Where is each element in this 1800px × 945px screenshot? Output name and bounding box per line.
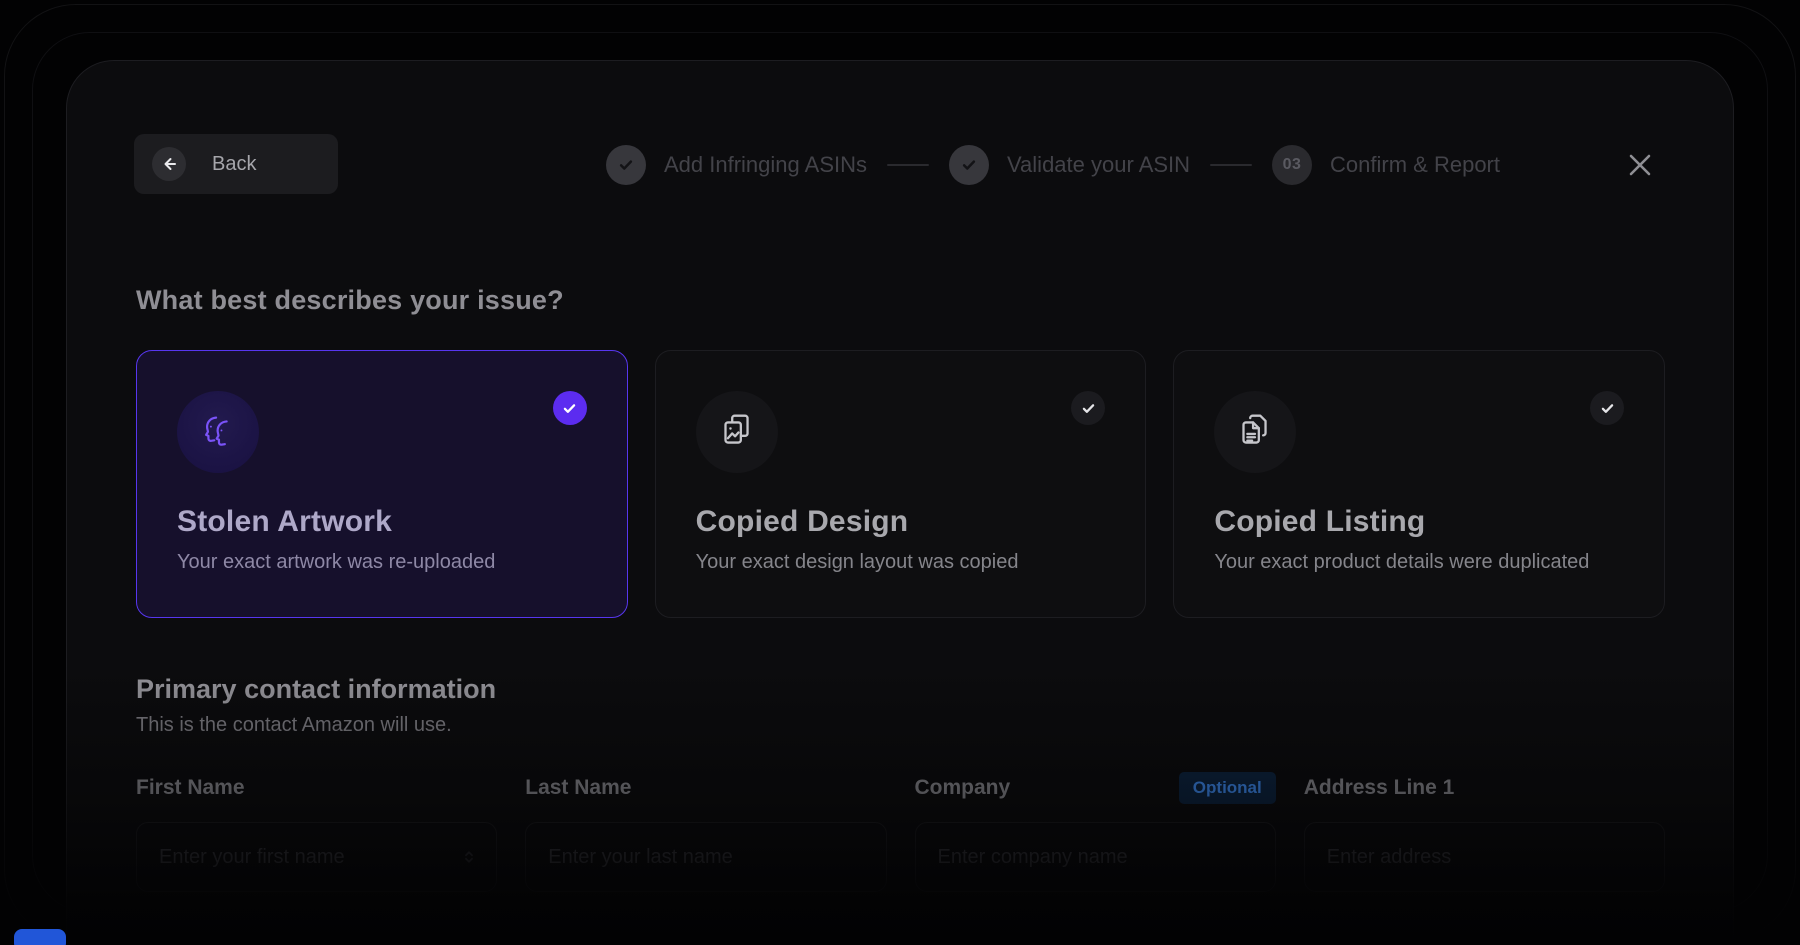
step-label: Confirm & Report: [1330, 152, 1500, 178]
back-arrow-icon: [152, 147, 186, 181]
close-button[interactable]: [1618, 143, 1662, 187]
address-line-1-input[interactable]: [1304, 822, 1665, 892]
document-pages-icon: [1214, 391, 1296, 473]
field-company: Company Optional: [915, 774, 1276, 892]
step-confirm-and-report[interactable]: 03 Confirm & Report: [1272, 145, 1500, 185]
contact-section-title: Primary contact information: [136, 674, 496, 705]
step-complete-check-icon: [606, 145, 646, 185]
last-name-input[interactable]: [525, 822, 886, 892]
card-description: Your exact product details were duplicat…: [1214, 551, 1624, 574]
step-validate-your-asin[interactable]: Validate your ASIN: [949, 145, 1190, 185]
first-name-label: First Name: [136, 776, 245, 800]
contact-section-subtitle: This is the contact Amazon will use.: [136, 714, 452, 737]
field-first-name: First Name: [136, 774, 497, 892]
step-label: Add Infringing ASINs: [664, 152, 867, 178]
issue-card-copied-listing[interactable]: Copied Listing Your exact product detail…: [1173, 350, 1665, 618]
chevron-up-down-icon: [461, 849, 477, 865]
last-name-label: Last Name: [525, 776, 631, 800]
step-add-infringing-asins[interactable]: Add Infringing ASINs: [606, 145, 867, 185]
wizard-stepper: Add Infringing ASINs Validate your ASIN …: [606, 145, 1500, 185]
company-input[interactable]: [915, 822, 1276, 892]
step-number-badge: 03: [1272, 145, 1312, 185]
contact-form: First Name Last Name: [136, 774, 1665, 892]
step-complete-check-icon: [949, 145, 989, 185]
issue-card-stolen-artwork[interactable]: Stolen Artwork Your exact artwork was re…: [136, 350, 628, 618]
optional-badge: Optional: [1179, 772, 1276, 804]
back-button-label: Back: [212, 153, 256, 176]
issue-card-list: Stolen Artwork Your exact artwork was re…: [136, 350, 1665, 618]
faces-icon: [177, 391, 259, 473]
step-label: Validate your ASIN: [1007, 152, 1190, 178]
card-description: Your exact design layout was copied: [696, 551, 1106, 574]
screen: Back Add Infringing ASINs Validate your …: [0, 0, 1800, 945]
back-button[interactable]: Back: [134, 134, 338, 194]
card-description: Your exact artwork was re-uploaded: [177, 551, 587, 574]
first-name-input[interactable]: [136, 822, 497, 892]
selected-check-icon: [553, 391, 587, 425]
field-last-name: Last Name: [525, 774, 886, 892]
stepper-separator: [1210, 164, 1252, 166]
report-wizard-panel: Back Add Infringing ASINs Validate your …: [66, 60, 1734, 945]
card-title: Copied Design: [696, 505, 1106, 539]
stepper-separator: [887, 164, 929, 166]
card-title: Copied Listing: [1214, 505, 1624, 539]
issue-card-copied-design[interactable]: Copied Design Your exact design layout w…: [655, 350, 1147, 618]
unselected-check-icon: [1590, 391, 1624, 425]
unselected-check-icon: [1071, 391, 1105, 425]
card-title: Stolen Artwork: [177, 505, 587, 539]
close-icon: [1623, 148, 1657, 182]
address-line-1-label: Address Line 1: [1304, 776, 1455, 800]
clipped-blue-button[interactable]: [14, 929, 66, 945]
image-pages-icon: [696, 391, 778, 473]
issue-section-title: What best describes your issue?: [136, 285, 564, 316]
field-address-line-1: Address Line 1: [1304, 774, 1665, 892]
company-label: Company: [915, 776, 1011, 800]
